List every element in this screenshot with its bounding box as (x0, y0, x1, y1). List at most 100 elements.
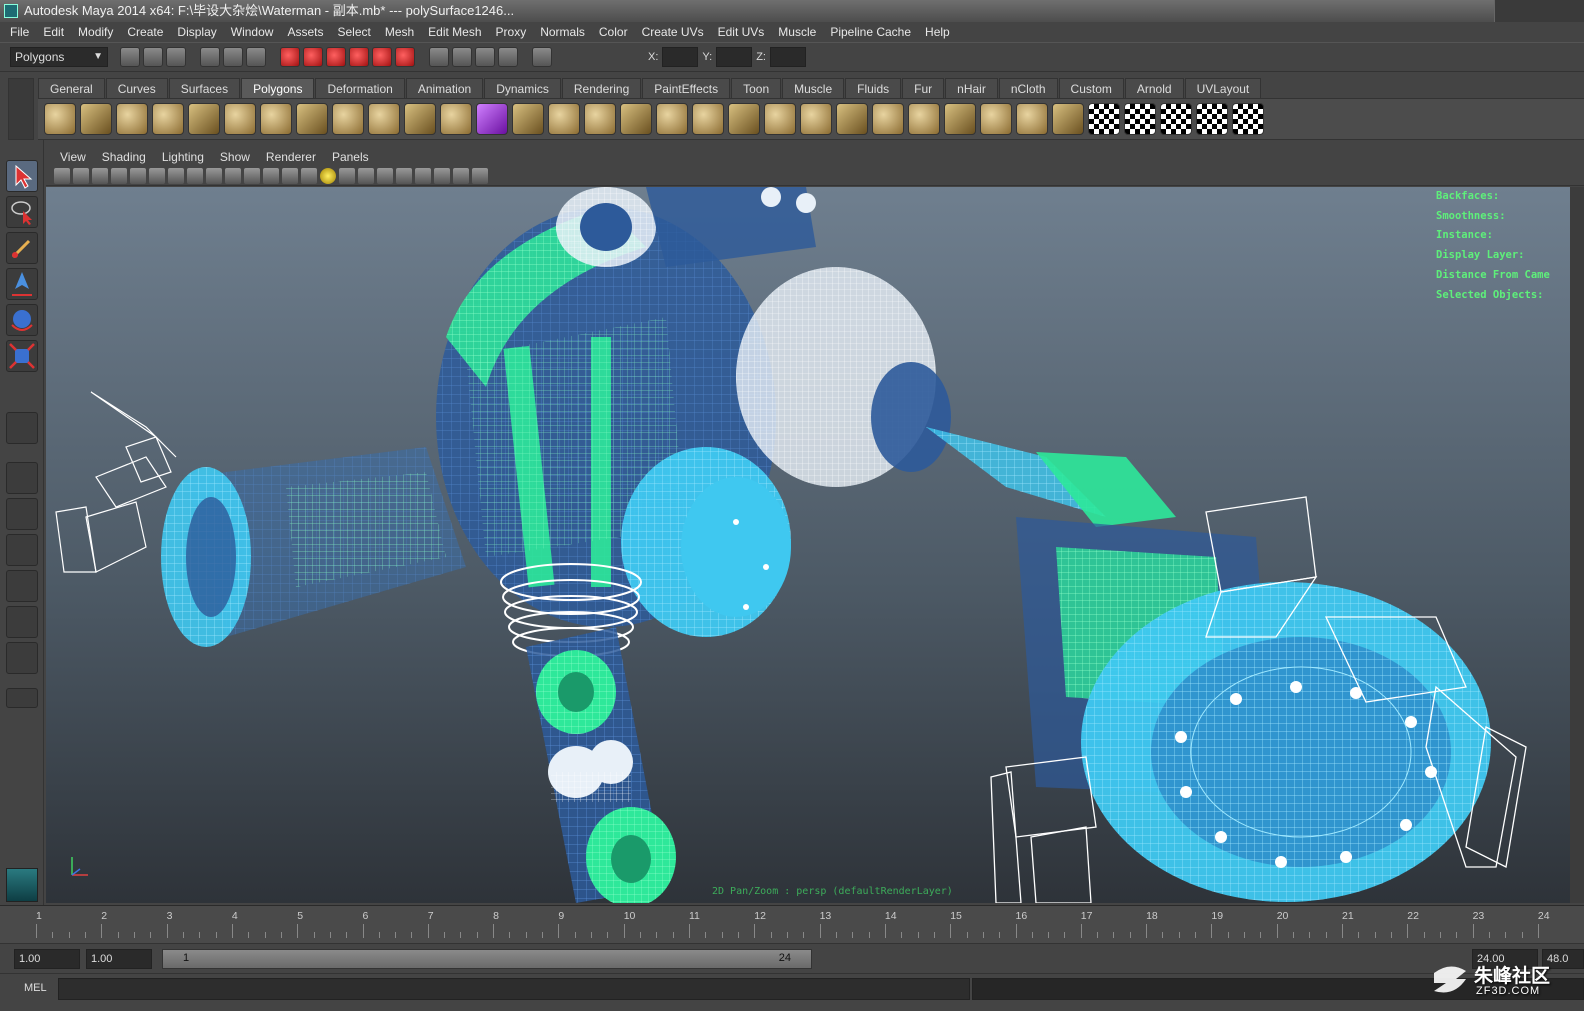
combine-icon[interactable] (368, 103, 400, 135)
isolate-icon[interactable] (225, 168, 241, 184)
select-tool-icon[interactable] (6, 160, 38, 192)
open-scene-icon[interactable] (143, 47, 163, 67)
sphere-icon[interactable] (44, 103, 76, 135)
duplicate-face-icon[interactable] (872, 103, 904, 135)
textured-icon[interactable] (301, 168, 317, 184)
menu-normals[interactable]: Normals (534, 25, 593, 39)
bridge-icon[interactable] (656, 103, 688, 135)
shelf-tab-animation[interactable]: Animation (405, 78, 484, 98)
perspective-viewport[interactable]: Backfaces: Smoothness: Instance: Display La… (46, 187, 1570, 903)
snap-grid-icon[interactable] (280, 47, 300, 67)
last-tool-icon[interactable] (6, 412, 38, 444)
panel-menu-renderer[interactable]: Renderer (258, 150, 324, 164)
chamfer-icon[interactable] (980, 103, 1012, 135)
extrude-icon[interactable] (620, 103, 652, 135)
safe-title-icon[interactable] (206, 168, 222, 184)
shelf-tab-surfaces[interactable]: Surfaces (168, 78, 241, 98)
wedge-icon[interactable] (908, 103, 940, 135)
split-icon[interactable] (728, 103, 760, 135)
camera-bookmark-icon[interactable] (73, 168, 89, 184)
shelf-tab-deformation[interactable]: Deformation (315, 78, 405, 98)
separate-icon[interactable] (404, 103, 436, 135)
shelf-tab-custom[interactable]: Custom (1058, 78, 1124, 98)
menu-window[interactable]: Window (225, 25, 282, 39)
menu-mesh[interactable]: Mesh (379, 25, 422, 39)
command-language-label[interactable]: MEL (24, 982, 47, 994)
lights-icon[interactable] (320, 168, 336, 184)
move-tool-icon[interactable] (6, 268, 38, 300)
menu-create[interactable]: Create (121, 25, 171, 39)
layout-options-icon[interactable] (6, 688, 38, 708)
boolean-icon[interactable] (476, 103, 508, 135)
window-controls[interactable] (1494, 0, 1584, 22)
backface-icon[interactable] (472, 168, 488, 184)
render-frame-icon[interactable] (452, 47, 472, 67)
shelf-tab-fluids[interactable]: Fluids (845, 78, 902, 98)
menu-display[interactable]: Display (171, 25, 224, 39)
playback-start-field[interactable]: 1.00 (86, 949, 152, 969)
hypershade-layout-icon[interactable] (6, 606, 38, 638)
dope-sheet-layout-icon[interactable] (6, 642, 38, 674)
menu-help[interactable]: Help (919, 25, 958, 39)
menu-modify[interactable]: Modify (72, 25, 121, 39)
magnet-icon[interactable] (395, 47, 415, 67)
paint-select-tool-icon[interactable] (6, 232, 38, 264)
shelf-tab-dynamics[interactable]: Dynamics (484, 78, 561, 98)
render-view-icon[interactable] (429, 47, 449, 67)
uv-auto-icon[interactable] (1196, 103, 1228, 135)
snap-curve-icon[interactable] (303, 47, 323, 67)
plane-icon[interactable] (188, 103, 220, 135)
offset-loop-icon[interactable] (800, 103, 832, 135)
field-chart-icon[interactable] (168, 168, 184, 184)
motion-blur-icon[interactable] (377, 168, 393, 184)
shelf-tab-curves[interactable]: Curves (105, 78, 168, 98)
range-slider[interactable]: 1 24 (162, 949, 812, 969)
shelf-tab-nhair[interactable]: nHair (945, 78, 998, 98)
mirror-icon[interactable] (1052, 103, 1084, 135)
transfer-icon[interactable] (1016, 103, 1048, 135)
panel-menu-show[interactable]: Show (212, 150, 258, 164)
panel-menu-lighting[interactable]: Lighting (154, 150, 212, 164)
ambient-occlusion-icon[interactable] (358, 168, 374, 184)
shadows-icon[interactable] (339, 168, 355, 184)
snap-view-plane-icon[interactable] (349, 47, 369, 67)
shelf-options[interactable] (8, 78, 34, 140)
cylinder-icon[interactable] (116, 103, 148, 135)
shelf-tab-general[interactable]: General (38, 78, 105, 98)
panel-menu-shading[interactable]: Shading (94, 150, 154, 164)
shelf-tab-toon[interactable]: Toon (731, 78, 782, 98)
menu-muscle[interactable]: Muscle (772, 25, 824, 39)
uv-spherical-icon[interactable] (1160, 103, 1192, 135)
shelf-tab-rendering[interactable]: Rendering (561, 78, 642, 98)
panel-menu-panels[interactable]: Panels (324, 150, 377, 164)
merge-icon[interactable] (836, 103, 868, 135)
menu-edit[interactable]: Edit (37, 25, 72, 39)
grid-icon[interactable] (111, 168, 127, 184)
uv-planar-icon[interactable] (1088, 103, 1120, 135)
shelf-tab-arnold[interactable]: Arnold (1124, 78, 1184, 98)
menu-select[interactable]: Select (331, 25, 378, 39)
smooth-icon[interactable] (512, 103, 544, 135)
menu-color[interactable]: Color (593, 25, 636, 39)
shelf-tab-muscle[interactable]: Muscle (782, 78, 845, 98)
poke-icon[interactable] (944, 103, 976, 135)
ipr-render-icon[interactable] (475, 47, 495, 67)
reduce-icon[interactable] (548, 103, 580, 135)
select-component-icon[interactable] (246, 47, 266, 67)
shelf-tab-ncloth[interactable]: nCloth (998, 78, 1058, 98)
depth-of-field-icon[interactable] (415, 168, 431, 184)
render-settings-icon[interactable] (498, 47, 518, 67)
menu-pipeline-cache[interactable]: Pipeline Cache (824, 25, 919, 39)
resolution-gate-icon[interactable] (149, 168, 165, 184)
four-pane-layout-icon[interactable] (6, 498, 38, 530)
insert-loop-icon[interactable] (764, 103, 796, 135)
menu-edit-mesh[interactable]: Edit Mesh (422, 25, 489, 39)
menu-file[interactable]: File (4, 25, 37, 39)
pyramid-icon[interactable] (260, 103, 292, 135)
soccer-ball-icon[interactable] (332, 103, 364, 135)
uv-cylindrical-icon[interactable] (1124, 103, 1156, 135)
anti-alias-icon[interactable] (396, 168, 412, 184)
select-hierarchy-icon[interactable] (200, 47, 220, 67)
save-scene-icon[interactable] (166, 47, 186, 67)
command-input[interactable] (58, 978, 970, 1000)
